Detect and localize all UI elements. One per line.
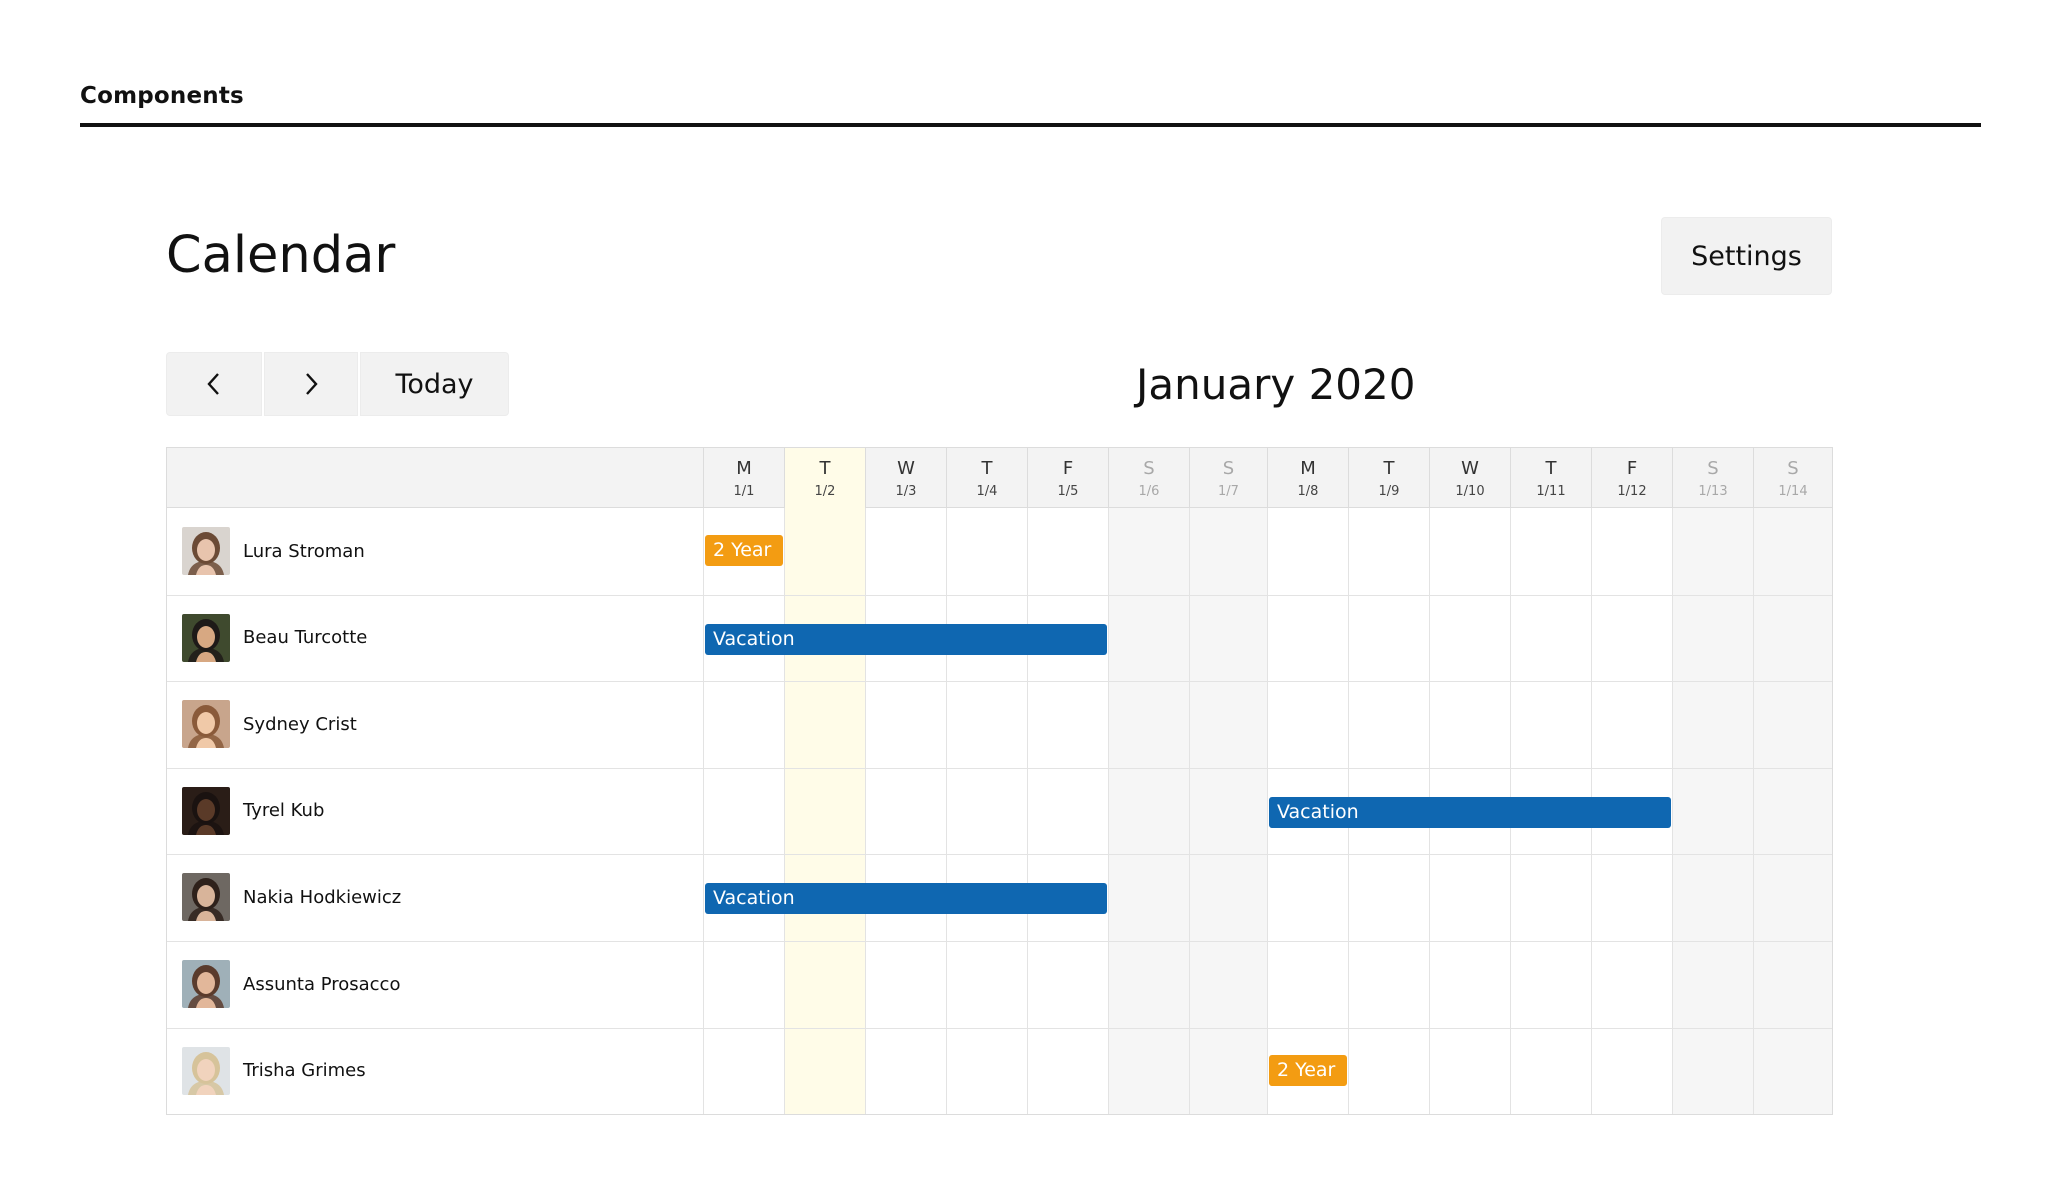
column-divider bbox=[865, 508, 866, 1114]
day-letter: W bbox=[897, 458, 915, 479]
woman-portrait-avatar bbox=[182, 1046, 230, 1095]
day-letter: S bbox=[1222, 458, 1235, 479]
person-name: Trisha Grimes bbox=[243, 1060, 366, 1082]
today-button[interactable]: Today bbox=[360, 352, 509, 416]
day-letter: M bbox=[736, 458, 752, 479]
column-divider bbox=[703, 508, 704, 1114]
day-header: F 1/12 bbox=[1591, 448, 1672, 508]
person-name: Tyrel Kub bbox=[243, 800, 325, 822]
woman-portrait-avatar bbox=[182, 527, 230, 575]
person-row: Lura Stroman bbox=[167, 508, 703, 594]
day-date: 1/13 bbox=[1698, 484, 1728, 499]
person-row: Tyrel Kub bbox=[167, 768, 703, 854]
day-header: M 1/1 bbox=[703, 448, 784, 508]
day-header: S 1/7 bbox=[1189, 448, 1267, 508]
day-column bbox=[1108, 508, 1189, 1114]
person-name: Nakia Hodkiewicz bbox=[243, 886, 402, 908]
person-row: Nakia Hodkiewicz bbox=[167, 854, 703, 940]
day-column bbox=[865, 508, 946, 1114]
day-letter: W bbox=[1461, 458, 1479, 479]
day-column bbox=[784, 508, 865, 1114]
day-column bbox=[946, 508, 1027, 1114]
day-header: W 1/10 bbox=[1429, 448, 1510, 508]
previous-period-button[interactable] bbox=[166, 352, 262, 416]
vacation-event[interactable]: Vacation bbox=[705, 883, 1107, 915]
day-header: T 1/11 bbox=[1510, 448, 1591, 508]
day-date: 1/14 bbox=[1778, 484, 1808, 499]
day-letter: S bbox=[1707, 458, 1719, 479]
day-date: 1/5 bbox=[1057, 484, 1079, 499]
day-header: F 1/5 bbox=[1027, 448, 1108, 508]
column-divider bbox=[1753, 508, 1754, 1114]
calendar-navigation: Today bbox=[166, 352, 509, 416]
day-column bbox=[1027, 508, 1108, 1114]
next-period-button[interactable] bbox=[264, 352, 358, 416]
day-letter: F bbox=[1626, 458, 1638, 479]
scheduler-grid: M 1/1 T 1/2 W 1/3 T 1/4 F 1/5 S 1/6 S 1/7 M 1/8 T 1/9 W 1/1… bbox=[166, 447, 1833, 1115]
day-letter: T bbox=[819, 458, 831, 479]
column-divider bbox=[946, 508, 947, 1114]
person-name: Assunta Prosacco bbox=[243, 973, 401, 995]
man-portrait-avatar bbox=[182, 613, 230, 662]
day-column bbox=[1189, 508, 1267, 1114]
day-date: 1/9 bbox=[1378, 484, 1400, 499]
settings-button[interactable]: Settings bbox=[1661, 217, 1832, 295]
day-header: S 1/6 bbox=[1108, 448, 1189, 508]
day-letter: T bbox=[1383, 458, 1395, 479]
day-letter: F bbox=[1062, 458, 1074, 479]
day-date: 1/2 bbox=[814, 484, 836, 499]
day-date: 1/8 bbox=[1297, 484, 1319, 499]
woman-portrait-avatar bbox=[182, 873, 230, 922]
section-title: Components bbox=[80, 83, 244, 109]
day-header: W 1/3 bbox=[865, 448, 946, 508]
day-column bbox=[703, 508, 784, 1114]
day-date: 1/10 bbox=[1455, 484, 1485, 499]
chevron-right-icon bbox=[306, 373, 318, 395]
section-header: Components bbox=[80, 80, 1981, 127]
column-divider bbox=[1267, 508, 1268, 1114]
day-column bbox=[1672, 508, 1753, 1114]
anniversary-event[interactable]: 2 Year bbox=[705, 535, 783, 566]
day-date: 1/3 bbox=[895, 484, 917, 499]
person-name: Beau Turcotte bbox=[243, 627, 368, 649]
vacation-event[interactable]: Vacation bbox=[705, 623, 1107, 655]
chevron-left-icon bbox=[207, 373, 219, 395]
day-date: 1/1 bbox=[733, 484, 755, 499]
day-letter: S bbox=[1787, 458, 1799, 479]
anniversary-event[interactable]: 2 Year bbox=[1269, 1054, 1347, 1086]
day-header: T 1/2 bbox=[784, 448, 865, 508]
day-date: 1/6 bbox=[1138, 484, 1160, 499]
person-row: Assunta Prosacco bbox=[167, 941, 703, 1027]
day-header: T 1/4 bbox=[946, 448, 1027, 508]
person-name: Sydney Crist bbox=[243, 713, 357, 735]
day-column bbox=[1753, 508, 1832, 1114]
column-divider bbox=[1672, 508, 1673, 1114]
column-divider bbox=[784, 508, 785, 1114]
day-letter: S bbox=[1143, 458, 1155, 479]
day-letter: T bbox=[1545, 458, 1557, 479]
woman-portrait-avatar bbox=[182, 960, 230, 1008]
day-header: T 1/9 bbox=[1348, 448, 1429, 508]
day-date: 1/11 bbox=[1536, 484, 1566, 499]
vacation-event[interactable]: Vacation bbox=[1269, 796, 1671, 828]
day-header: S 1/14 bbox=[1753, 448, 1832, 508]
day-date: 1/4 bbox=[976, 484, 998, 499]
person-row: Beau Turcotte bbox=[167, 595, 703, 681]
day-letter: T bbox=[981, 458, 993, 479]
person-row: Sydney Crist bbox=[167, 681, 703, 767]
person-name: Lura Stroman bbox=[243, 540, 365, 562]
woman-portrait-avatar bbox=[182, 700, 230, 749]
day-date: 1/7 bbox=[1218, 484, 1239, 499]
column-divider bbox=[1189, 508, 1190, 1114]
day-letter: M bbox=[1300, 458, 1316, 479]
page-title: Calendar bbox=[166, 226, 396, 285]
column-divider bbox=[1108, 508, 1109, 1114]
person-row: Trisha Grimes bbox=[167, 1028, 703, 1114]
month-label: January 2020 bbox=[1136, 360, 1416, 409]
day-header: S 1/13 bbox=[1672, 448, 1753, 508]
column-divider bbox=[1027, 508, 1028, 1114]
day-header: M 1/8 bbox=[1267, 448, 1348, 508]
day-date: 1/12 bbox=[1617, 484, 1647, 499]
man-portrait-avatar bbox=[182, 786, 230, 835]
